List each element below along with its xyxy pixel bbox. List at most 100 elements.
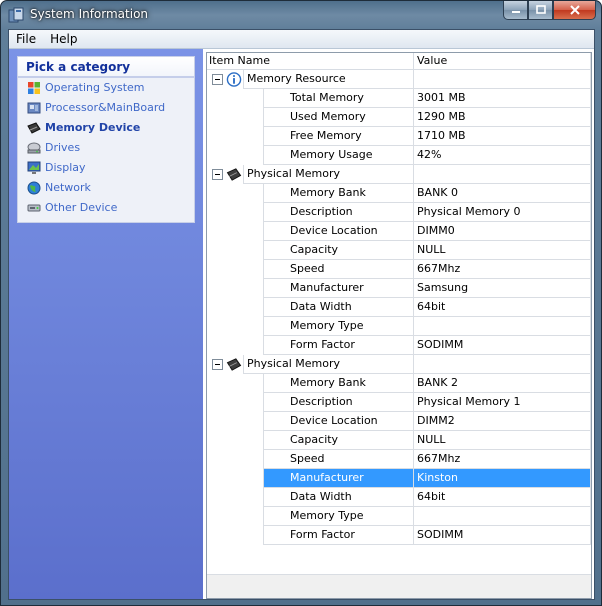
property-grid: Item Name Value Memory Resource Total Me… <box>206 52 592 599</box>
item-name-cell: Capacity <box>263 241 414 260</box>
table-row[interactable]: Manufacturer Samsung <box>207 279 591 298</box>
category-label: Processor&MainBoard <box>45 101 166 114</box>
item-name-cell: Memory Usage <box>263 146 414 165</box>
maximize-button[interactable] <box>528 1 553 20</box>
collapse-toggle[interactable] <box>212 74 223 85</box>
windows-logo-icon <box>28 82 40 94</box>
table-row[interactable]: Capacity NULL <box>207 431 591 450</box>
category-other-device[interactable]: Other Device <box>18 198 194 218</box>
item-value-cell: 667Mhz <box>414 260 591 279</box>
minimize-icon <box>511 11 520 13</box>
table-row[interactable]: Capacity NULL <box>207 241 591 260</box>
table-row[interactable]: Description Physical Memory 0 <box>207 203 591 222</box>
close-button[interactable] <box>553 1 596 20</box>
item-name-cell: Capacity <box>263 431 414 450</box>
display-icon <box>27 161 41 174</box>
item-value-cell: 3001 MB <box>414 89 591 108</box>
item-value-cell: DIMM0 <box>414 222 591 241</box>
app-window: System Information File Help Pick a cate… <box>0 0 602 606</box>
category-pane: Pick a category Operating System Process… <box>9 49 203 599</box>
item-name-cell: Description <box>263 203 414 222</box>
table-row[interactable]: Memory Usage 42% <box>207 146 591 165</box>
group-row[interactable]: Physical Memory <box>207 165 591 184</box>
minimize-button[interactable] <box>503 1 528 20</box>
category-label: Drives <box>45 141 81 154</box>
item-value-cell: NULL <box>414 241 591 260</box>
category-label: Display <box>45 161 86 174</box>
item-name-cell: Memory Bank <box>263 184 414 203</box>
category-label: Other Device <box>45 201 118 214</box>
item-name-cell: Manufacturer <box>263 279 414 298</box>
title-bar[interactable]: System Information <box>1 1 601 29</box>
item-name-cell: Form Factor <box>263 336 414 355</box>
category-display[interactable]: Display <box>18 158 194 178</box>
table-row[interactable]: Description Physical Memory 1 <box>207 393 591 412</box>
table-row[interactable]: Free Memory 1710 MB <box>207 127 591 146</box>
info-icon <box>226 72 242 87</box>
item-value-cell <box>414 507 591 526</box>
table-row[interactable]: Form Factor SODIMM <box>207 336 591 355</box>
table-row[interactable]: Total Memory 3001 MB <box>207 89 591 108</box>
item-name-cell: Data Width <box>263 298 414 317</box>
item-name-cell: Form Factor <box>263 526 414 545</box>
drive-icon <box>27 142 41 154</box>
item-value-cell: 64bit <box>414 488 591 507</box>
category-panel: Pick a category Operating System Process… <box>17 56 195 223</box>
table-row[interactable]: Device Location DIMM0 <box>207 222 591 241</box>
menu-help[interactable]: Help <box>43 30 84 48</box>
item-name-cell: Description <box>263 393 414 412</box>
item-name-cell: Speed <box>263 450 414 469</box>
close-icon <box>569 5 580 15</box>
item-value-cell: SODIMM <box>414 336 591 355</box>
horizontal-scrollbar[interactable] <box>207 574 591 598</box>
table-row[interactable]: Used Memory 1290 MB <box>207 108 591 127</box>
item-name-cell: Used Memory <box>263 108 414 127</box>
group-row[interactable]: Memory Resource <box>207 70 591 89</box>
memory-chip-icon <box>226 358 242 371</box>
item-value-cell: DIMM2 <box>414 412 591 431</box>
category-operating-system[interactable]: Operating System <box>18 78 194 98</box>
menu-bar: File Help <box>9 30 594 49</box>
globe-icon <box>27 181 41 195</box>
category-processor-mainboard[interactable]: Processor&MainBoard <box>18 98 194 118</box>
table-row[interactable]: Speed 667Mhz <box>207 260 591 279</box>
table-row[interactable]: Memory Type <box>207 317 591 336</box>
item-name-cell: Free Memory <box>263 127 414 146</box>
group-name: Physical Memory <box>243 355 414 374</box>
item-value-cell: 1290 MB <box>414 108 591 127</box>
window-controls <box>503 1 596 20</box>
memory-chip-icon <box>27 122 41 134</box>
item-value-cell <box>414 317 591 336</box>
table-row[interactable]: Device Location DIMM2 <box>207 412 591 431</box>
column-header-value[interactable]: Value <box>414 53 591 69</box>
table-row[interactable]: Speed 667Mhz <box>207 450 591 469</box>
group-row[interactable]: Physical Memory <box>207 355 591 374</box>
table-row[interactable]: Memory Bank BANK 2 <box>207 374 591 393</box>
column-header-item-name[interactable]: Item Name <box>207 53 414 69</box>
table-row[interactable]: Data Width 64bit <box>207 488 591 507</box>
item-value-cell: 1710 MB <box>414 127 591 146</box>
item-value-cell: 42% <box>414 146 591 165</box>
item-name-cell: Memory Bank <box>263 374 414 393</box>
item-value-cell: 667Mhz <box>414 450 591 469</box>
item-value-cell: BANK 0 <box>414 184 591 203</box>
table-row[interactable]: Memory Bank BANK 0 <box>207 184 591 203</box>
category-network[interactable]: Network <box>18 178 194 198</box>
item-value-cell: Samsung <box>414 279 591 298</box>
collapse-toggle[interactable] <box>212 169 223 180</box>
category-label: Operating System <box>45 81 145 94</box>
group-value-cell <box>414 355 591 374</box>
table-row[interactable]: Data Width 64bit <box>207 298 591 317</box>
table-row[interactable]: Memory Type <box>207 507 591 526</box>
group-value-cell <box>414 165 591 184</box>
collapse-toggle[interactable] <box>212 359 223 370</box>
table-row-selected[interactable]: Manufacturer Kinston <box>207 469 591 488</box>
category-memory-device[interactable]: Memory Device <box>18 118 194 138</box>
item-value-cell: Physical Memory 0 <box>414 203 591 222</box>
category-drives[interactable]: Drives <box>18 138 194 158</box>
menu-file[interactable]: File <box>9 30 43 48</box>
item-value-cell: NULL <box>414 431 591 450</box>
window-title: System Information <box>30 7 149 21</box>
table-row[interactable]: Form Factor SODIMM <box>207 526 591 545</box>
system-info-app-icon <box>8 7 24 23</box>
